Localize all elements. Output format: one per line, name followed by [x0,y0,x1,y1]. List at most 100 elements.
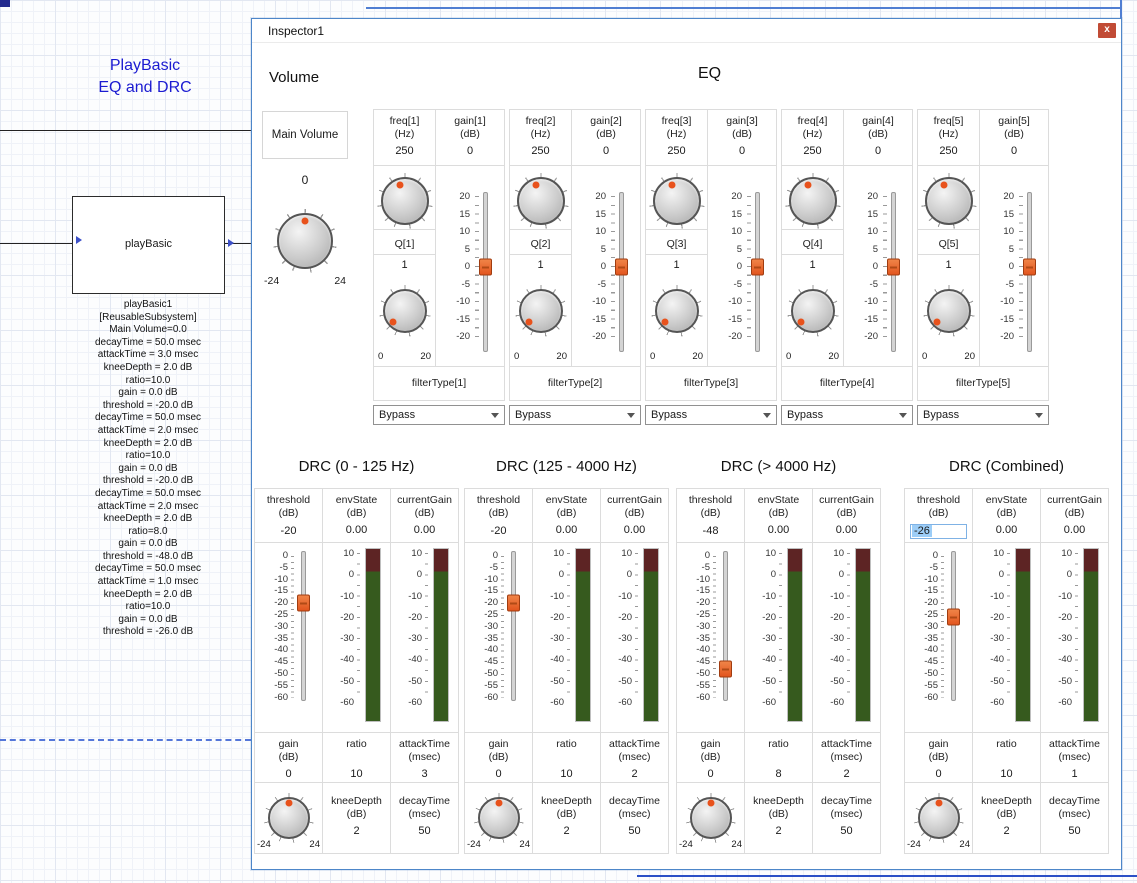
threshold-unit: (dB) [255,507,322,520]
gain-slider-handle[interactable] [615,259,628,276]
gain-slider[interactable]: 20 15 10 5 0 -5 -10 -15 -20 [980,166,1048,366]
freq-value[interactable]: 250 [510,145,571,157]
close-icon[interactable]: x [1098,23,1116,38]
threshold-handle[interactable] [947,609,960,626]
q-knob[interactable] [787,285,839,337]
freq-knob[interactable] [921,173,977,229]
freq-value[interactable]: 250 [918,145,979,157]
freq-value[interactable]: 250 [782,145,843,157]
kneedepth-value[interactable]: 2 [973,825,1040,837]
gain-slider-handle[interactable] [887,259,900,276]
threshold-value-field[interactable]: -20 [255,524,322,539]
gain-value[interactable]: 0 [844,145,912,157]
threshold-slider[interactable]: 0 -5 -10 -15 -20 -25 -30 -35 -40 -45 -50… [677,543,745,732]
threshold-track[interactable] [951,551,956,701]
attacktime-value[interactable]: 2 [813,768,880,780]
filter-type-dropdown[interactable]: Bypass [781,405,913,425]
gain-slider[interactable]: 20 15 10 5 0 -5 -10 -15 -20 [436,166,504,366]
freq-knob[interactable] [649,173,705,229]
volume-heading: Volume [269,69,319,86]
gain-value[interactable]: 0 [465,768,532,780]
threshold-value-field[interactable]: -26 [910,524,967,539]
ratio-value[interactable]: 10 [973,768,1040,780]
gain-value[interactable]: 0 [708,145,776,157]
threshold-track[interactable] [511,551,516,701]
gain-slider[interactable]: 20 15 10 5 0 -5 -10 -15 -20 [844,166,912,366]
decaytime-value[interactable]: 50 [813,825,880,837]
signal-wire [0,130,251,131]
gain-unit: (dB) [980,128,1048,141]
threshold-handle[interactable] [297,595,310,612]
kneedepth-value[interactable]: 2 [745,825,812,837]
kneedepth-value[interactable]: 2 [323,825,390,837]
ratio-value[interactable]: 8 [745,768,812,780]
threshold-track[interactable] [301,551,306,701]
q-knob[interactable] [515,285,567,337]
gain-slider-handle[interactable] [1023,259,1036,276]
kneedepth-value[interactable]: 2 [533,825,600,837]
gain-value[interactable]: 0 [255,768,322,780]
freq-label: freq[4] [782,115,843,128]
attacktime-value[interactable]: 2 [601,768,668,780]
q-value[interactable]: 1 [782,255,843,275]
window-titlebar[interactable]: Inspector1 x [252,19,1121,43]
gain-value[interactable]: 0 [980,145,1048,157]
threshold-value-field[interactable]: -48 [677,524,744,539]
q-knob[interactable] [651,285,703,337]
q-value[interactable]: 1 [646,255,707,275]
ratio-value[interactable]: 10 [323,768,390,780]
threshold-handle[interactable] [719,661,732,678]
threshold-track[interactable] [723,551,728,701]
q-value[interactable]: 1 [918,255,979,275]
canvas[interactable]: { "canvas": { "title": "PlayBasic\nEQ an… [0,0,1137,883]
q-label-cell: Q[1] [374,229,435,255]
filter-type-dropdown[interactable]: Bypass [917,405,1049,425]
q-knob[interactable] [379,285,431,337]
decaytime-value[interactable]: 50 [1041,825,1108,837]
main-volume-value[interactable]: 0 [262,173,348,187]
playbasic-block[interactable]: playBasic [72,196,225,294]
attacktime-value[interactable]: 1 [1041,768,1108,780]
freq-value[interactable]: 250 [646,145,707,157]
threshold-value: -20 [491,525,507,537]
filter-type-dropdown[interactable]: Bypass [645,405,777,425]
q-value[interactable]: 1 [374,255,435,275]
gain-slider[interactable]: 20 15 10 5 0 -5 -10 -15 -20 [708,166,776,366]
q-knob[interactable] [923,285,975,337]
chevron-down-icon [899,413,907,418]
q-value[interactable]: 1 [510,255,571,275]
decaytime-value[interactable]: 50 [601,825,668,837]
decaytime-value[interactable]: 50 [391,825,458,837]
threshold-value-field[interactable]: -20 [465,524,532,539]
gain-knob[interactable] [264,793,314,843]
threshold-slider[interactable]: 0 -5 -10 -15 -20 -25 -30 -35 -40 -45 -50… [255,543,323,732]
meter-ticks: 10 0 -10 -20 -30 -40 -50 -60 [533,543,564,713]
threshold-slider[interactable]: 0 -5 -10 -15 -20 -25 -30 -35 -40 -45 -50… [465,543,533,732]
threshold-handle[interactable] [507,595,520,612]
filter-type-dropdown[interactable]: Bypass [509,405,641,425]
ratio-value[interactable]: 10 [533,768,600,780]
gain-value[interactable]: 0 [677,768,744,780]
gain-value[interactable]: 0 [905,768,972,780]
filter-type-dropdown[interactable]: Bypass [373,405,505,425]
gain-slider-handle[interactable] [479,259,492,276]
gain-slider[interactable]: 20 15 10 5 0 -5 -10 -15 -20 [572,166,640,366]
gain-knob[interactable] [474,793,524,843]
freq-cell: freq[5] (Hz) 250 [918,110,980,165]
gain-knob[interactable] [686,793,736,843]
threshold-slider[interactable]: 0 -5 -10 -15 -20 -25 -30 -35 -40 -45 -50… [905,543,973,732]
attacktime-value[interactable]: 3 [391,768,458,780]
gain-knob[interactable] [914,793,964,843]
gain-slider-handle[interactable] [751,259,764,276]
gain-value[interactable]: 0 [572,145,640,157]
freq-value[interactable]: 250 [374,145,435,157]
freq-knob[interactable] [377,173,433,229]
main-volume-knob[interactable] [273,209,337,273]
gain-value[interactable]: 0 [436,145,504,157]
freq-cell: freq[3] (Hz) 250 [646,110,708,165]
envstate-unit: (dB) [745,507,812,520]
freq-knob[interactable] [513,173,569,229]
freq-knob[interactable] [785,173,841,229]
currentgain-value: 0.00 [601,524,668,536]
gain-knob-cell: -24 24 [255,783,323,853]
